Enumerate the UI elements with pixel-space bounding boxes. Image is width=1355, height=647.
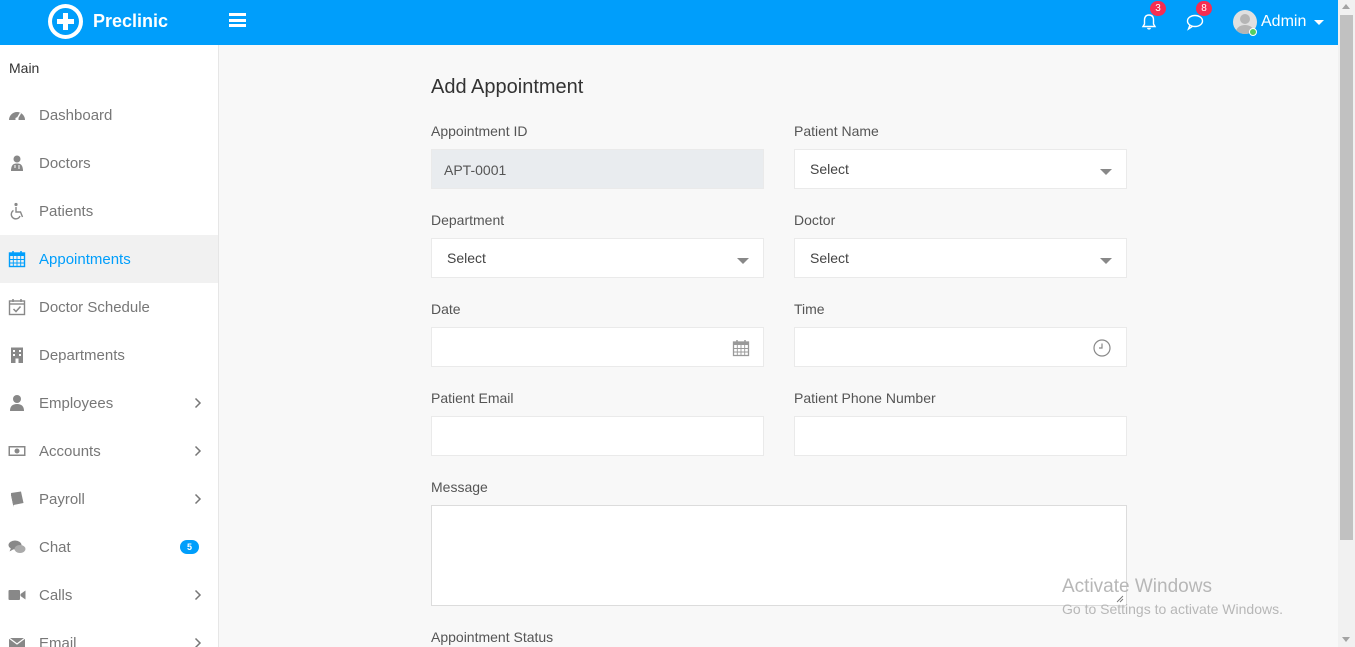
message-textarea[interactable] bbox=[431, 505, 1127, 606]
page-title: Add Appointment bbox=[431, 76, 584, 98]
video-camera-icon bbox=[8, 590, 26, 600]
appointment-id-value: APT-0001 bbox=[444, 162, 507, 178]
appointment-id-label: Appointment ID bbox=[431, 123, 528, 139]
clock-icon[interactable] bbox=[1093, 339, 1111, 357]
date-input[interactable] bbox=[431, 327, 764, 367]
calendar-icon bbox=[8, 251, 26, 268]
department-select[interactable]: Select bbox=[431, 238, 764, 278]
chevron-right-icon bbox=[194, 397, 202, 409]
patient-phone-input[interactable] bbox=[794, 416, 1127, 456]
doctor-select[interactable]: Select bbox=[794, 238, 1127, 278]
money-icon bbox=[8, 446, 26, 456]
doctor-label: Doctor bbox=[794, 212, 836, 228]
dropdown-caret-icon bbox=[1100, 169, 1112, 175]
patient-email-label: Patient Email bbox=[431, 390, 514, 406]
user-menu[interactable]: Admin bbox=[1233, 10, 1325, 36]
dropdown-caret-icon bbox=[737, 258, 749, 264]
dropdown-caret-icon bbox=[1100, 258, 1112, 264]
sidebar-item-appointments[interactable]: Appointments bbox=[0, 235, 218, 283]
sidebar-section-title: Main bbox=[9, 60, 40, 76]
sidebar-item-patients[interactable]: Patients bbox=[0, 187, 218, 235]
sidebar-item-accounts[interactable]: Accounts bbox=[0, 427, 218, 475]
chevron-right-icon bbox=[194, 493, 202, 505]
dashboard-icon bbox=[9, 112, 25, 121]
sidebar-item-email[interactable]: Email bbox=[0, 619, 218, 647]
sidebar-item-departments[interactable]: Departments bbox=[0, 331, 218, 379]
messages-count-badge: 8 bbox=[1196, 1, 1212, 16]
time-label: Time bbox=[794, 301, 825, 317]
patient-name-label: Patient Name bbox=[794, 123, 879, 139]
appointment-status-label: Appointment Status bbox=[431, 629, 554, 645]
calendar-check-icon bbox=[8, 299, 26, 316]
online-status-dot bbox=[1249, 28, 1257, 36]
notifications-count-badge: 3 bbox=[1150, 1, 1166, 16]
scroll-up-arrow-icon[interactable] bbox=[1342, 4, 1350, 9]
brand-name: Preclinic bbox=[93, 11, 169, 31]
sidebar-item-payroll[interactable]: Payroll bbox=[0, 475, 218, 523]
patient-email-input[interactable] bbox=[431, 416, 764, 456]
book-icon bbox=[11, 491, 24, 507]
messages-button[interactable]: 8 bbox=[1186, 1, 1212, 31]
page-scrollbar[interactable] bbox=[1338, 0, 1355, 647]
envelope-icon bbox=[8, 637, 26, 647]
sidebar: Main Dashboard Doctors Patients Appointm… bbox=[0, 45, 219, 647]
logo[interactable]: Preclinic bbox=[48, 4, 168, 39]
sidebar-item-calls[interactable]: Calls bbox=[0, 571, 218, 619]
logo-mark-icon bbox=[48, 4, 83, 39]
wheelchair-icon bbox=[10, 202, 24, 220]
notifications-button[interactable]: 3 bbox=[1140, 1, 1166, 31]
message-label: Message bbox=[431, 479, 488, 495]
appointment-id-field[interactable]: APT-0001 bbox=[431, 149, 764, 189]
department-label: Department bbox=[431, 212, 505, 228]
sidebar-item-dashboard[interactable]: Dashboard bbox=[0, 91, 218, 139]
chevron-right-icon bbox=[194, 589, 202, 601]
doctor-icon bbox=[11, 155, 23, 171]
top-header: Preclinic 3 8 Admin bbox=[0, 0, 1338, 45]
sidebar-item-employees[interactable]: Employees bbox=[0, 379, 218, 427]
user-icon bbox=[10, 395, 24, 411]
time-input[interactable] bbox=[794, 327, 1127, 367]
user-name: Admin bbox=[1261, 13, 1307, 30]
sidebar-item-doctor-schedule[interactable]: Doctor Schedule bbox=[0, 283, 218, 331]
caret-down-icon bbox=[1314, 19, 1325, 25]
chat-count-badge: 5 bbox=[180, 540, 199, 554]
hospital-icon bbox=[11, 347, 23, 363]
sidebar-item-doctors[interactable]: Doctors bbox=[0, 139, 218, 187]
comments-icon bbox=[8, 540, 26, 553]
chevron-right-icon bbox=[194, 637, 202, 647]
menu-toggle-button[interactable] bbox=[229, 13, 246, 27]
patient-name-select[interactable]: Select bbox=[794, 149, 1127, 189]
windows-activation-watermark-subtitle: Go to Settings to activate Windows. bbox=[1062, 601, 1283, 617]
windows-activation-watermark-title: Activate Windows bbox=[1062, 576, 1212, 597]
patient-phone-label: Patient Phone Number bbox=[794, 390, 936, 406]
date-label: Date bbox=[431, 301, 461, 317]
scrollbar-thumb[interactable] bbox=[1340, 15, 1353, 540]
calendar-icon[interactable] bbox=[732, 339, 750, 357]
sidebar-item-chat[interactable]: Chat 5 bbox=[0, 523, 218, 571]
chevron-right-icon bbox=[194, 445, 202, 457]
scroll-down-arrow-icon[interactable] bbox=[1342, 637, 1350, 642]
